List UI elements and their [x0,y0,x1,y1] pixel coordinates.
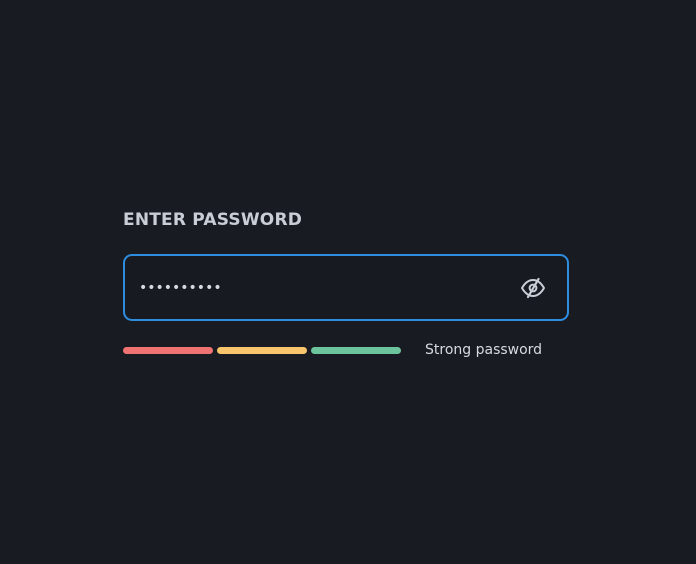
password-field[interactable] [123,254,569,321]
password-input[interactable] [139,256,499,319]
strength-segment [217,347,307,354]
password-page: ENTER PASSWORD Strong password [0,0,696,564]
strength-label: Strong password [425,342,543,358]
strength-meter [123,347,413,355]
strength-segment [311,347,401,354]
eye-off-icon[interactable] [519,276,547,300]
password-label: ENTER PASSWORD [123,210,303,230]
strength-segment [123,347,213,354]
